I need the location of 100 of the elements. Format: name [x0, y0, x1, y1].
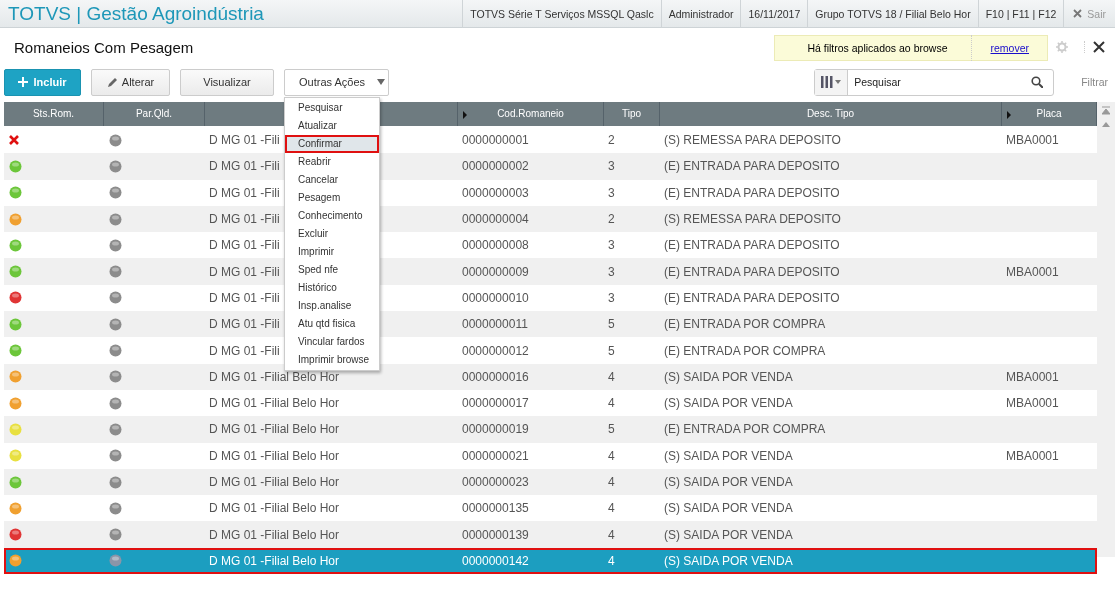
table-cell-text: 0000000009 [461, 264, 530, 279]
table-cell: D MG 01 -Fili [209, 343, 280, 358]
header-info: Administrador [660, 0, 741, 28]
table-cell-text: (E) ENTRADA PARA DEPOSITO [663, 290, 841, 305]
table-cell-text: 0000000016 [461, 369, 530, 384]
quality-dot-icon [109, 370, 122, 384]
menu-item[interactable]: Atu qtd fisica [285, 314, 379, 333]
column-header[interactable]: Tipo [604, 102, 660, 126]
table-cell: D MG 01 -Filial Belo Hor [209, 501, 340, 516]
column-header[interactable]: Sts.Rom. [4, 102, 104, 126]
table-cell-text: 4 [607, 475, 616, 489]
table-cell-text: 0000000008 [461, 238, 530, 253]
table-cell-text: (S) SAIDA POR VENDA [663, 396, 794, 411]
quality-dot-icon [109, 265, 122, 279]
header-info: Grupo TOTVS 18 / Filial Belo Hor [807, 0, 978, 28]
scroll-top-icon[interactable] [1102, 106, 1110, 115]
table-cell-text: 4 [607, 448, 616, 463]
toolbar-button[interactable]: Alterar [91, 68, 170, 96]
app-title: TOTVS | Gestão Agroindústria [7, 2, 265, 25]
table-cell-text: (E) ENTRADA POR COMPRA [663, 343, 827, 358]
quality-dot-icon [109, 475, 122, 489]
menu-item[interactable]: Pesagem [285, 188, 379, 207]
scroll-up-icon[interactable] [1102, 121, 1110, 128]
menu-item[interactable]: Insp.analise [285, 296, 379, 315]
quality-dot-icon [109, 528, 122, 542]
table-cell-text: 0000000017 [461, 396, 530, 411]
table-cell-text: (S) SAIDA POR VENDA [663, 501, 794, 516]
table-cell-text: 0000000023 [461, 475, 530, 489]
scrollbar[interactable] [1097, 102, 1115, 557]
column-header[interactable]: Par.Qld. [104, 102, 205, 126]
menu-item[interactable]: Vincular fardos [285, 332, 379, 351]
table-cell: D MG 01 -Filial Belo Hor [209, 422, 340, 437]
table-cell-text: (S) SAIDA POR VENDA [663, 369, 794, 384]
header-info: TOTVS Série T Serviços MSSQL Qaslc [462, 0, 661, 28]
plus-icon [18, 77, 29, 87]
table-cell-text: 3 [607, 264, 616, 279]
menu-item[interactable]: Histórico [285, 278, 379, 297]
column-header[interactable]: Desc. Tipo [660, 102, 1002, 126]
dropdown-button[interactable]: Outras Ações [284, 68, 389, 96]
quality-dot-icon [109, 159, 122, 173]
table-cell-text: 4 [607, 527, 616, 542]
table-cell-text: MBA0001 [1005, 396, 1060, 411]
quality-dot-icon [109, 554, 122, 568]
header-info: 16/11/2017 [740, 0, 808, 28]
menu-item[interactable]: Excluir [285, 224, 379, 243]
table-cell-text: 3 [607, 238, 616, 253]
notice-text: Há filtros aplicados ao browse [806, 42, 949, 54]
table-cell-text: 0000000004 [461, 212, 530, 227]
menu-item[interactable]: Reabrir [285, 152, 379, 171]
menu-item[interactable]: Cancelar [285, 170, 379, 189]
quality-dot-icon [109, 133, 122, 147]
search-bar[interactable]: Pesquisar [814, 68, 1055, 96]
table-cell-text: MBA0001 [1005, 448, 1060, 463]
table-cell: D MG 01 -Filial Belo Hor [209, 553, 340, 568]
table-cell: D MG 01 -Fili [209, 264, 280, 279]
menu-item[interactable]: Confirmar [285, 134, 379, 153]
columns-dropdown[interactable] [815, 69, 849, 95]
table-cell-text: 0000000135 [461, 501, 530, 516]
table-cell-text: (S) SAIDA POR VENDA [663, 475, 794, 489]
page-title: Romaneios Com Pesagem [14, 38, 195, 56]
table-cell-text: 4 [607, 396, 616, 411]
quality-dot-icon [109, 344, 122, 357]
filter-link[interactable]: Filtrar [1081, 76, 1108, 88]
table-cell-text: MBA0001 [1005, 264, 1060, 279]
table-cell-text: (E) ENTRADA PARA DEPOSITO [663, 185, 841, 200]
quality-dot-icon [109, 449, 122, 463]
menu-item[interactable]: Atualizar [285, 116, 379, 135]
table-cell-text: (E) ENTRADA POR COMPRA [663, 422, 827, 437]
table-cell-text: 0000000021 [461, 448, 530, 463]
table-cell: D MG 01 -Filial Belo Hor [209, 369, 340, 384]
remove-link[interactable]: remover [971, 35, 1047, 61]
menu-item[interactable]: Imprimir browse [285, 350, 379, 369]
settings-icon[interactable] [1056, 41, 1068, 53]
toolbar-button[interactable]: Visualizar [180, 68, 274, 96]
menu-item[interactable]: Imprimir [285, 242, 379, 261]
search-icon[interactable] [1031, 76, 1044, 88]
column-header[interactable]: Cod.Romaneio [458, 102, 604, 126]
table-cell-text: (S) REMESSA PARA DEPOSITO [663, 212, 842, 227]
quality-dot-icon [109, 212, 122, 226]
menu-item[interactable]: Pesquisar [285, 98, 379, 117]
quality-dot-icon [109, 396, 122, 410]
quality-dot-icon [109, 317, 122, 331]
table-cell-text: 0000000012 [461, 343, 530, 358]
menu-item[interactable]: Conhecimento [285, 206, 379, 225]
table-cell-text: 0000000010 [461, 290, 530, 305]
table-cell-text: (S) SAIDA POR VENDA [663, 527, 794, 542]
quality-dot-icon [109, 291, 122, 305]
quality-dot-icon [109, 238, 122, 252]
table-cell-text: (S) REMESSA PARA DEPOSITO [663, 133, 842, 148]
table-cell: D MG 01 -Filial Belo Hor [209, 396, 340, 411]
close-icon[interactable] [1084, 41, 1105, 53]
table-cell-text: 5 [607, 422, 616, 437]
table-cell-text: (E) ENTRADA PARA DEPOSITO [663, 238, 841, 253]
table-cell: D MG 01 -Fili [209, 133, 280, 148]
quality-dot-icon [109, 501, 122, 515]
table-cell-text: (E) ENTRADA PARA DEPOSITO [663, 159, 841, 174]
table-cell: D MG 01 -Fili [209, 185, 280, 200]
table-cell: D MG 01 -Fili [209, 317, 280, 332]
menu-item[interactable]: Sped nfe [285, 260, 379, 279]
table-cell-text: 0000000142 [461, 553, 530, 568]
